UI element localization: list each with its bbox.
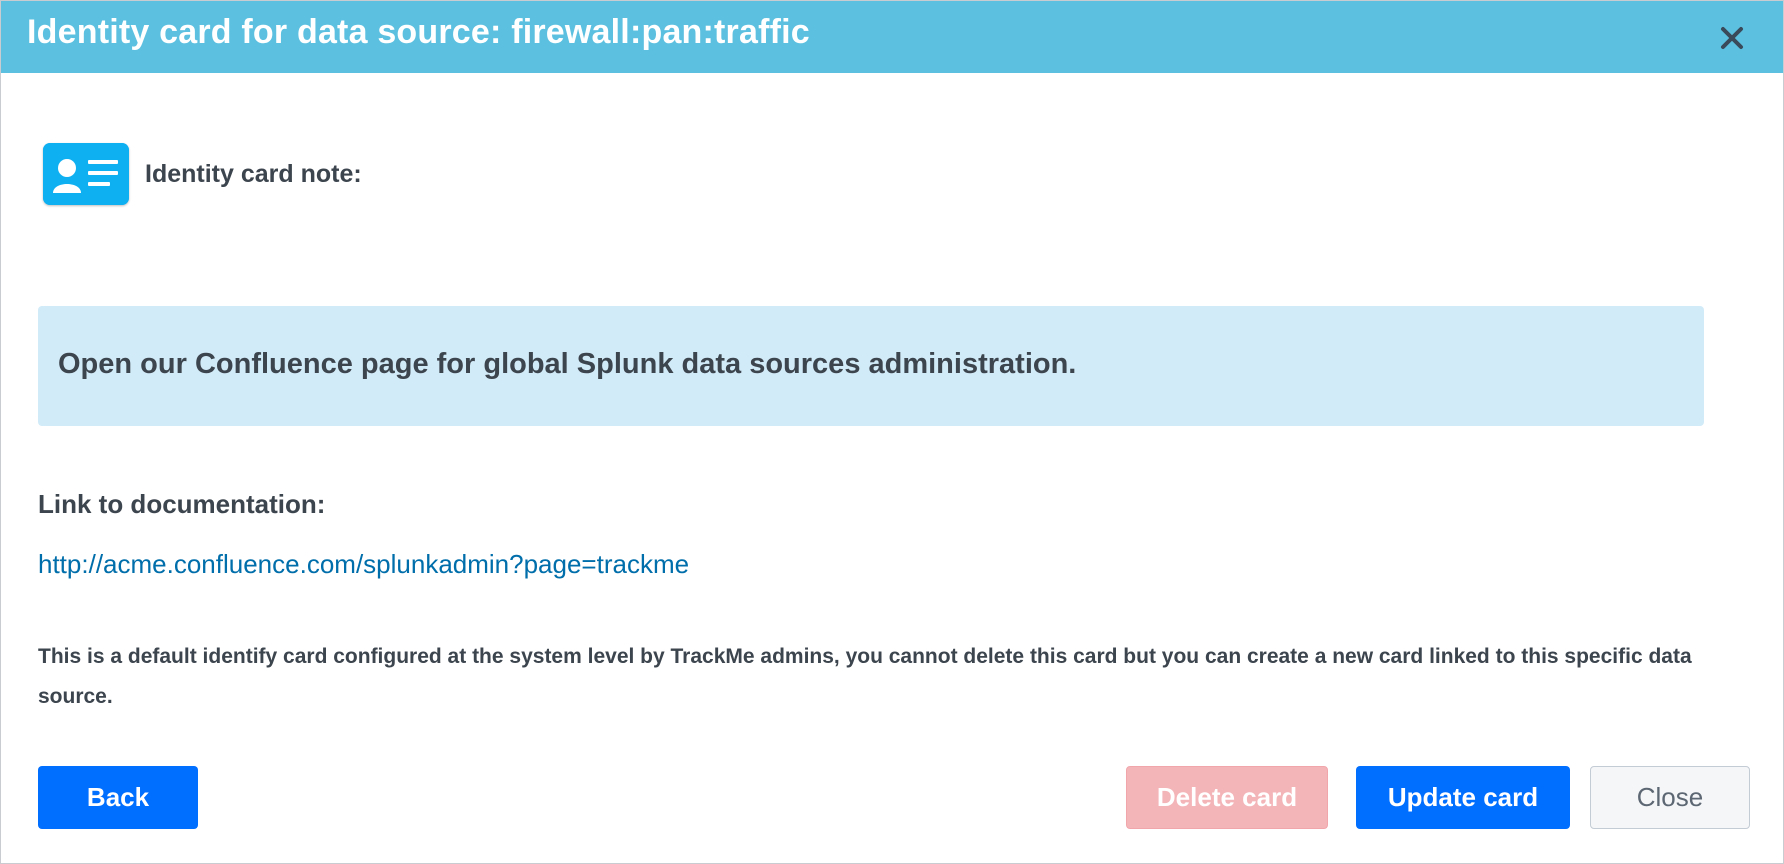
documentation-link[interactable]: http://acme.confluence.com/splunkadmin?p… [38, 549, 689, 580]
documentation-label: Link to documentation: [38, 489, 326, 519]
delete-card-button: Delete card [1126, 766, 1328, 829]
close-x-icon[interactable] [1715, 21, 1749, 55]
close-button[interactable]: Close [1590, 766, 1750, 829]
default-card-info-text: This is a default identify card configur… [38, 645, 1692, 708]
back-button[interactable]: Back [38, 766, 198, 829]
update-card-button[interactable]: Update card [1356, 766, 1570, 829]
identity-card-note-row: Identity card note: [43, 143, 362, 205]
identity-card-note-label: Identity card note: [145, 159, 362, 188]
dialog-title: Identity card for data source: firewall:… [27, 13, 810, 51]
id-card-icon [43, 143, 129, 205]
identity-card-dialog: Identity card for data source: firewall:… [0, 0, 1784, 864]
identity-card-note-box: Open our Confluence page for global Splu… [38, 306, 1704, 426]
dialog-header: Identity card for data source: firewall:… [1, 1, 1783, 73]
identity-card-note-text: Open our Confluence page for global Splu… [58, 348, 1077, 380]
